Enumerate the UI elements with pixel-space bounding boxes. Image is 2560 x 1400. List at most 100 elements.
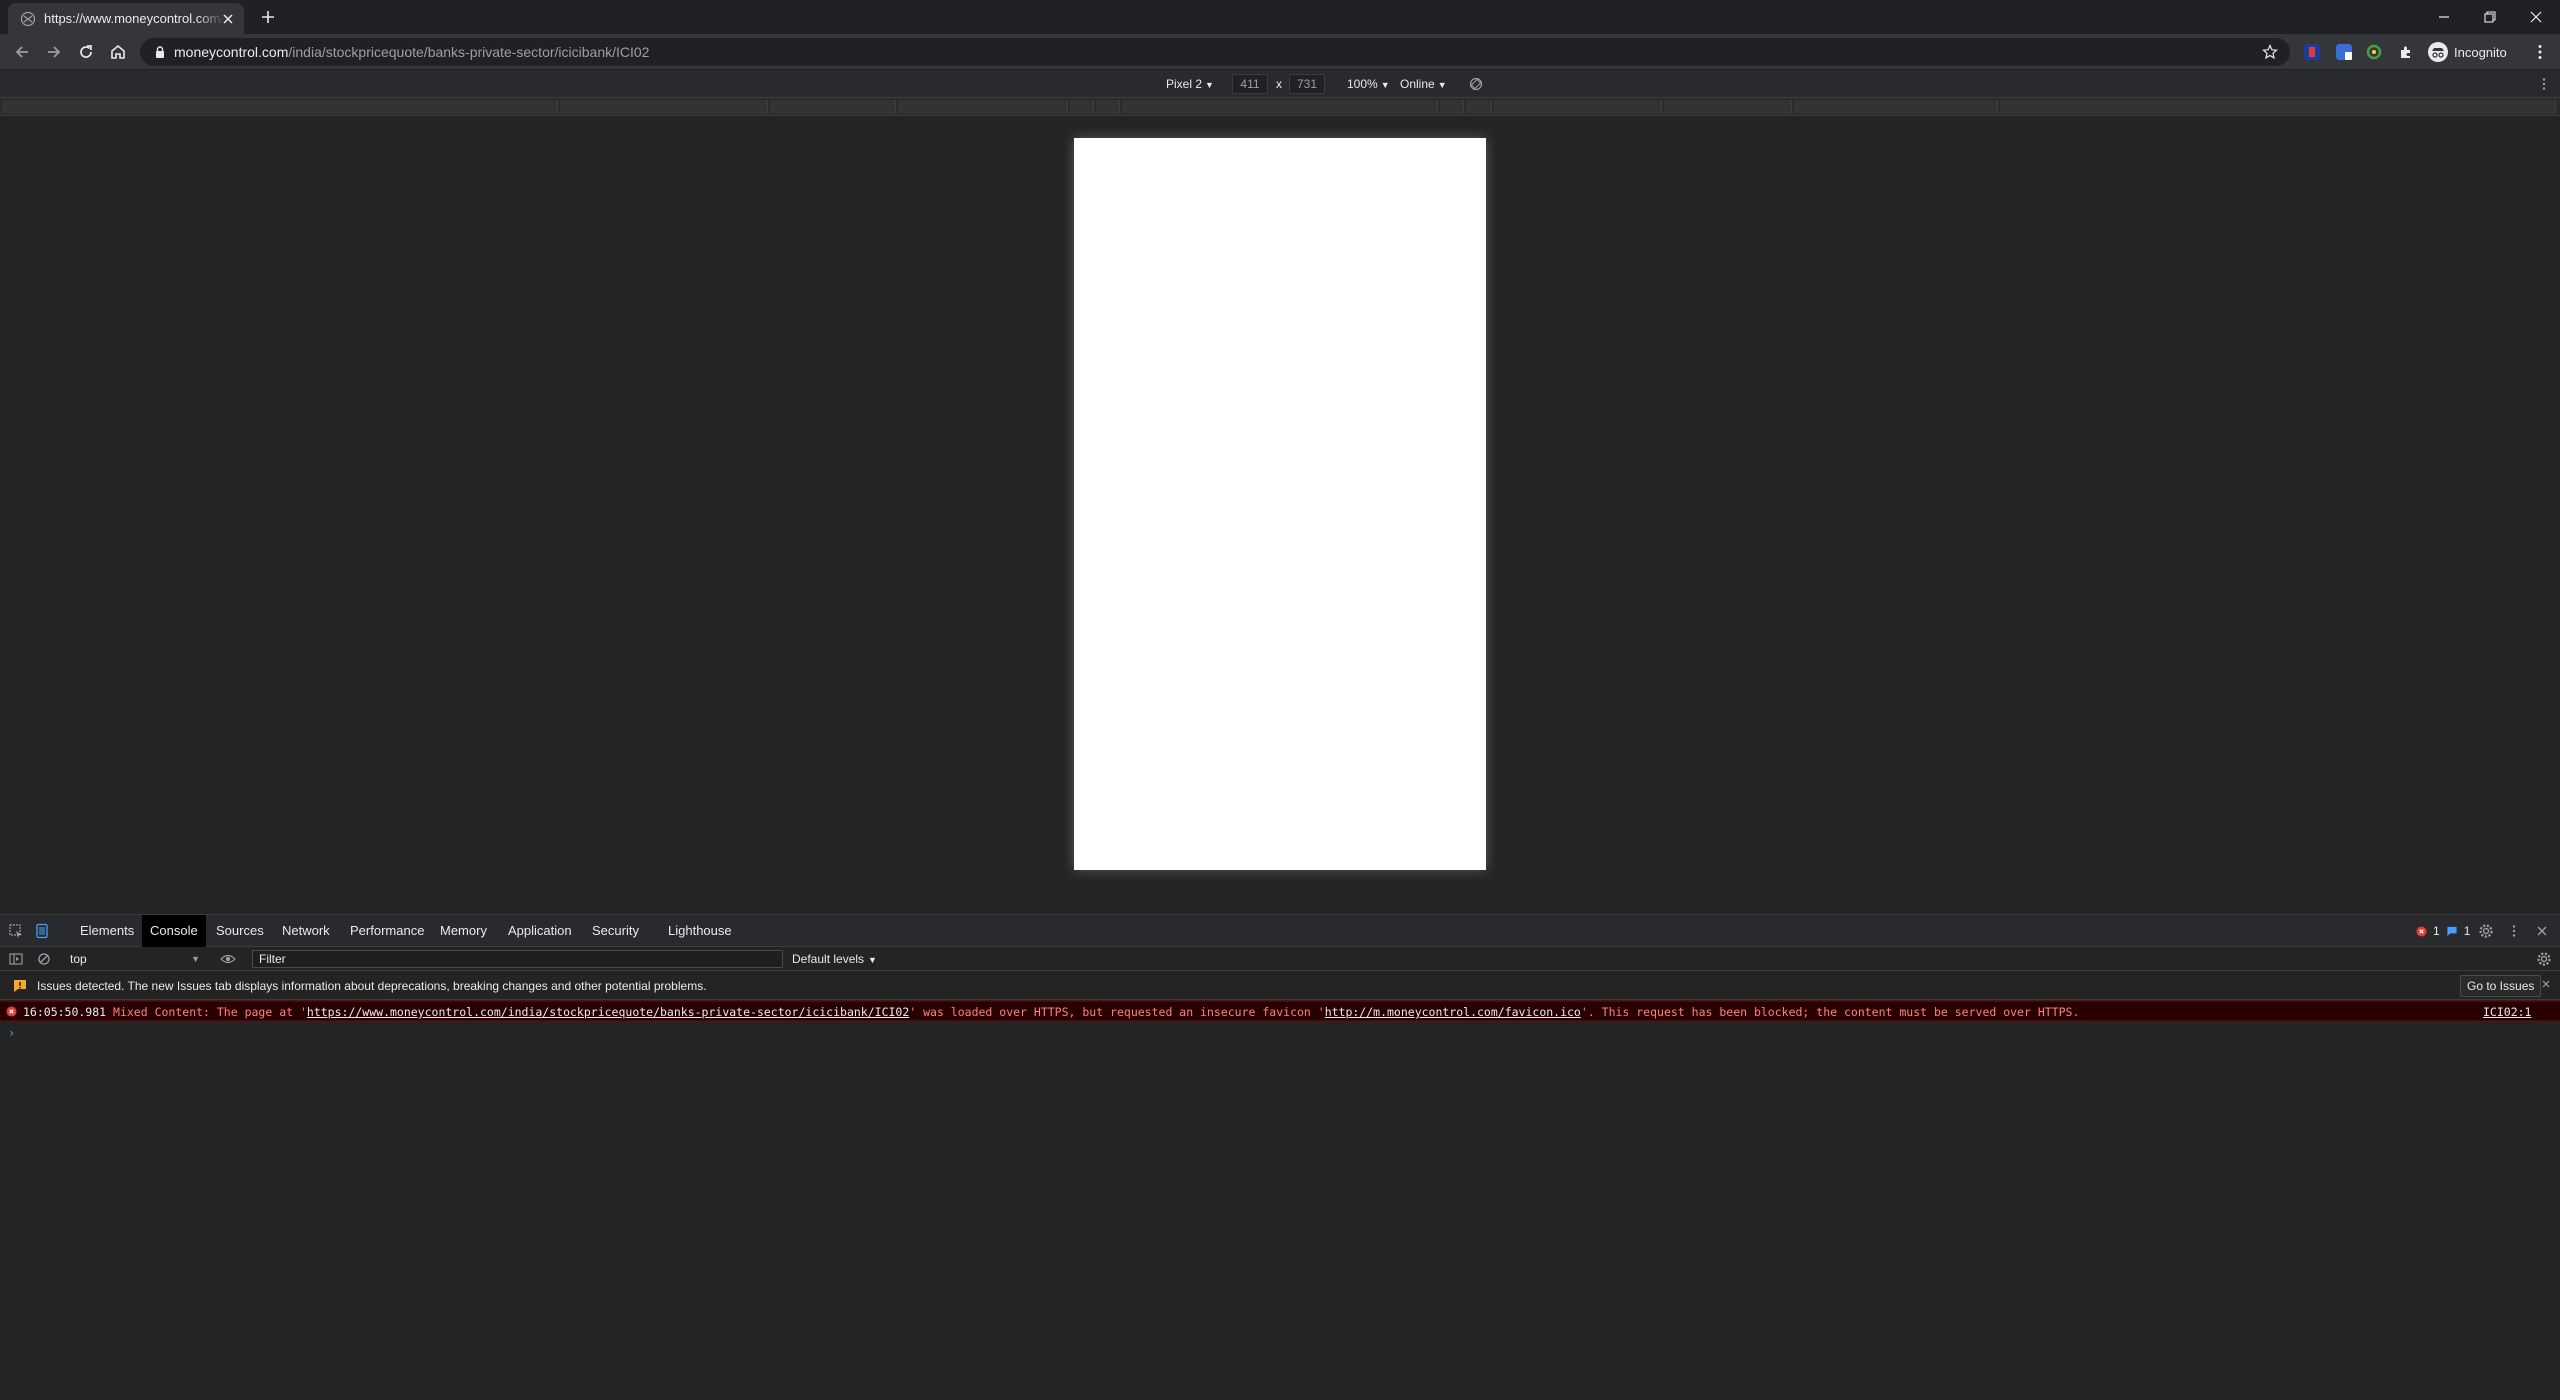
clear-console-icon[interactable]: [36, 951, 52, 967]
media-query-segment[interactable]: [1122, 100, 1438, 114]
device-name: Pixel 2: [1166, 77, 1203, 91]
error-timestamp: 16:05:50.981: [23, 1005, 107, 1019]
tab-network[interactable]: Network: [274, 915, 338, 947]
issues-banner: Issues detected. The new Issues tab disp…: [0, 972, 2560, 1000]
console-filter-input[interactable]: Filter: [252, 950, 783, 968]
message-count: 1: [2463, 924, 2471, 938]
media-query-segment[interactable]: [1070, 100, 1094, 114]
media-query-segment[interactable]: [1794, 100, 1998, 114]
url-path: /india/stockpricequote/banks-private-sec…: [288, 44, 650, 60]
zoom-select[interactable]: 100% ▼: [1347, 77, 1390, 91]
tab-console[interactable]: Console: [142, 915, 206, 947]
tab-title: https://www.moneycontrol.com/india/stock…: [44, 11, 224, 26]
device-height-input[interactable]: 731: [1289, 74, 1325, 94]
minimize-icon[interactable]: [2433, 6, 2455, 28]
tab-memory[interactable]: Memory: [432, 915, 495, 947]
error-icon: [6, 1006, 17, 1017]
live-expression-eye-icon[interactable]: [220, 951, 236, 967]
log-levels-value: Default levels: [792, 952, 865, 966]
console-error-message: 16:05:50.981 Mixed Content: The page at …: [0, 1001, 2560, 1021]
inspect-element-icon[interactable]: [8, 923, 24, 939]
extension-icon-3[interactable]: [2366, 44, 2382, 60]
media-query-segment[interactable]: [2000, 100, 2556, 114]
network-value: Online: [1400, 77, 1435, 91]
incognito-label: Incognito: [2454, 44, 2507, 60]
devtools-menu-icon[interactable]: [2506, 923, 2522, 939]
console-toolbar: top ▼ Filter Default levels ▼: [0, 947, 2560, 971]
console-counts[interactable]: 1 1: [2416, 924, 2470, 938]
media-query-segment[interactable]: [770, 100, 896, 114]
settings-gear-icon[interactable]: [2478, 923, 2494, 939]
error-text: 16:05:50.981 Mixed Content: The page at …: [23, 1005, 2079, 1019]
url-text[interactable]: moneycontrol.com/india/stockpricequote/b…: [174, 44, 649, 60]
go-to-issues-button[interactable]: Go to Issues: [2460, 975, 2542, 997]
more-options-icon[interactable]: [2536, 76, 2552, 92]
console-prompt[interactable]: ›: [8, 1026, 15, 1040]
execution-context-select[interactable]: top ▼: [62, 950, 204, 968]
close-banner-icon[interactable]: [2540, 978, 2552, 990]
tab-elements[interactable]: Elements: [72, 915, 142, 947]
network-throttle-select[interactable]: Online ▼: [1400, 77, 1447, 91]
error-count: 1: [2433, 924, 2440, 938]
media-query-segment[interactable]: [1664, 100, 1792, 114]
error-source-link[interactable]: ICI02:1: [2483, 1005, 2531, 1019]
tab-sources[interactable]: Sources: [208, 915, 272, 947]
show-sidebar-icon[interactable]: [8, 951, 24, 967]
media-query-segment[interactable]: [1440, 100, 1464, 114]
tab-application[interactable]: Application: [500, 915, 580, 947]
lock-icon[interactable]: [153, 45, 167, 59]
context-value: top: [70, 952, 87, 966]
media-query-segment[interactable]: [1096, 100, 1120, 114]
close-devtools-icon[interactable]: [2534, 923, 2550, 939]
page-url-link[interactable]: https://www.moneycontrol.com/india/stock…: [307, 1005, 909, 1019]
close-tab-icon[interactable]: [220, 11, 236, 27]
error-prefix: Mixed Content: The page at ': [113, 1005, 307, 1019]
browser-toolbar: moneycontrol.com/india/stockpricequote/b…: [0, 34, 2560, 70]
browser-titlebar: https://www.moneycontrol.com/india/stock…: [0, 0, 2560, 34]
error-icon: [2416, 925, 2427, 937]
device-width-input[interactable]: 411: [1232, 74, 1268, 94]
back-arrow-icon[interactable]: [12, 42, 32, 62]
zoom-value: 100%: [1347, 77, 1378, 91]
restore-icon[interactable]: [2479, 6, 2501, 28]
new-tab-icon[interactable]: [259, 8, 277, 26]
media-query-segment[interactable]: [2, 100, 558, 114]
devtools-panel: Elements Console Sources Network Perform…: [0, 914, 2560, 1400]
device-toolbar-toggle-icon[interactable]: [34, 923, 50, 939]
incognito-profile-button[interactable]: Incognito: [2428, 41, 2507, 63]
media-query-segment[interactable]: [898, 100, 1068, 114]
browser-tab[interactable]: https://www.moneycontrol.com/india/stock…: [8, 3, 244, 34]
warning-issues-icon: [14, 980, 26, 992]
bookmark-star-icon[interactable]: [2262, 44, 2278, 60]
device-select[interactable]: Pixel 2 ▼: [1166, 77, 1214, 91]
log-levels-select[interactable]: Default levels ▼: [792, 950, 877, 968]
caret-down-icon: ▼: [868, 955, 877, 965]
device-screen[interactable]: [1074, 138, 1486, 870]
dimension-separator: x: [1276, 77, 1282, 91]
translate-extension-icon[interactable]: [2336, 44, 2352, 60]
tab-lighthouse[interactable]: Lighthouse: [660, 915, 740, 947]
media-query-segment[interactable]: [560, 100, 768, 114]
close-window-icon[interactable]: [2525, 6, 2547, 28]
caret-down-icon: ▼: [1437, 80, 1447, 90]
media-query-bar[interactable]: [0, 98, 2560, 116]
tab-performance[interactable]: Performance: [342, 915, 432, 947]
chrome-menu-icon[interactable]: [2530, 42, 2550, 62]
address-bar[interactable]: moneycontrol.com/india/stockpricequote/b…: [140, 38, 2290, 66]
favicon-url-link[interactable]: http://m.moneycontrol.com/favicon.ico: [1325, 1005, 1581, 1019]
device-toolbar: Pixel 2 ▼ 411 x 731 100% ▼ Online ▼: [0, 70, 2560, 98]
console-settings-gear-icon[interactable]: [2536, 951, 2552, 967]
puzzle-extensions-icon[interactable]: [2398, 44, 2414, 60]
home-icon[interactable]: [108, 42, 128, 62]
forward-arrow-icon[interactable]: [44, 42, 64, 62]
reload-icon[interactable]: [76, 42, 96, 62]
caret-down-icon: ▼: [1380, 80, 1390, 90]
media-query-segment[interactable]: [1494, 100, 1662, 114]
devtools-tabbar: Elements Console Sources Network Perform…: [0, 915, 2560, 947]
media-query-segment[interactable]: [1466, 100, 1492, 114]
emulated-viewport-area: [0, 117, 2560, 914]
tab-security[interactable]: Security: [584, 915, 647, 947]
rotate-icon[interactable]: [1468, 76, 1484, 92]
globe-icon: [20, 11, 36, 27]
extension-icon-1[interactable]: [2304, 44, 2320, 60]
